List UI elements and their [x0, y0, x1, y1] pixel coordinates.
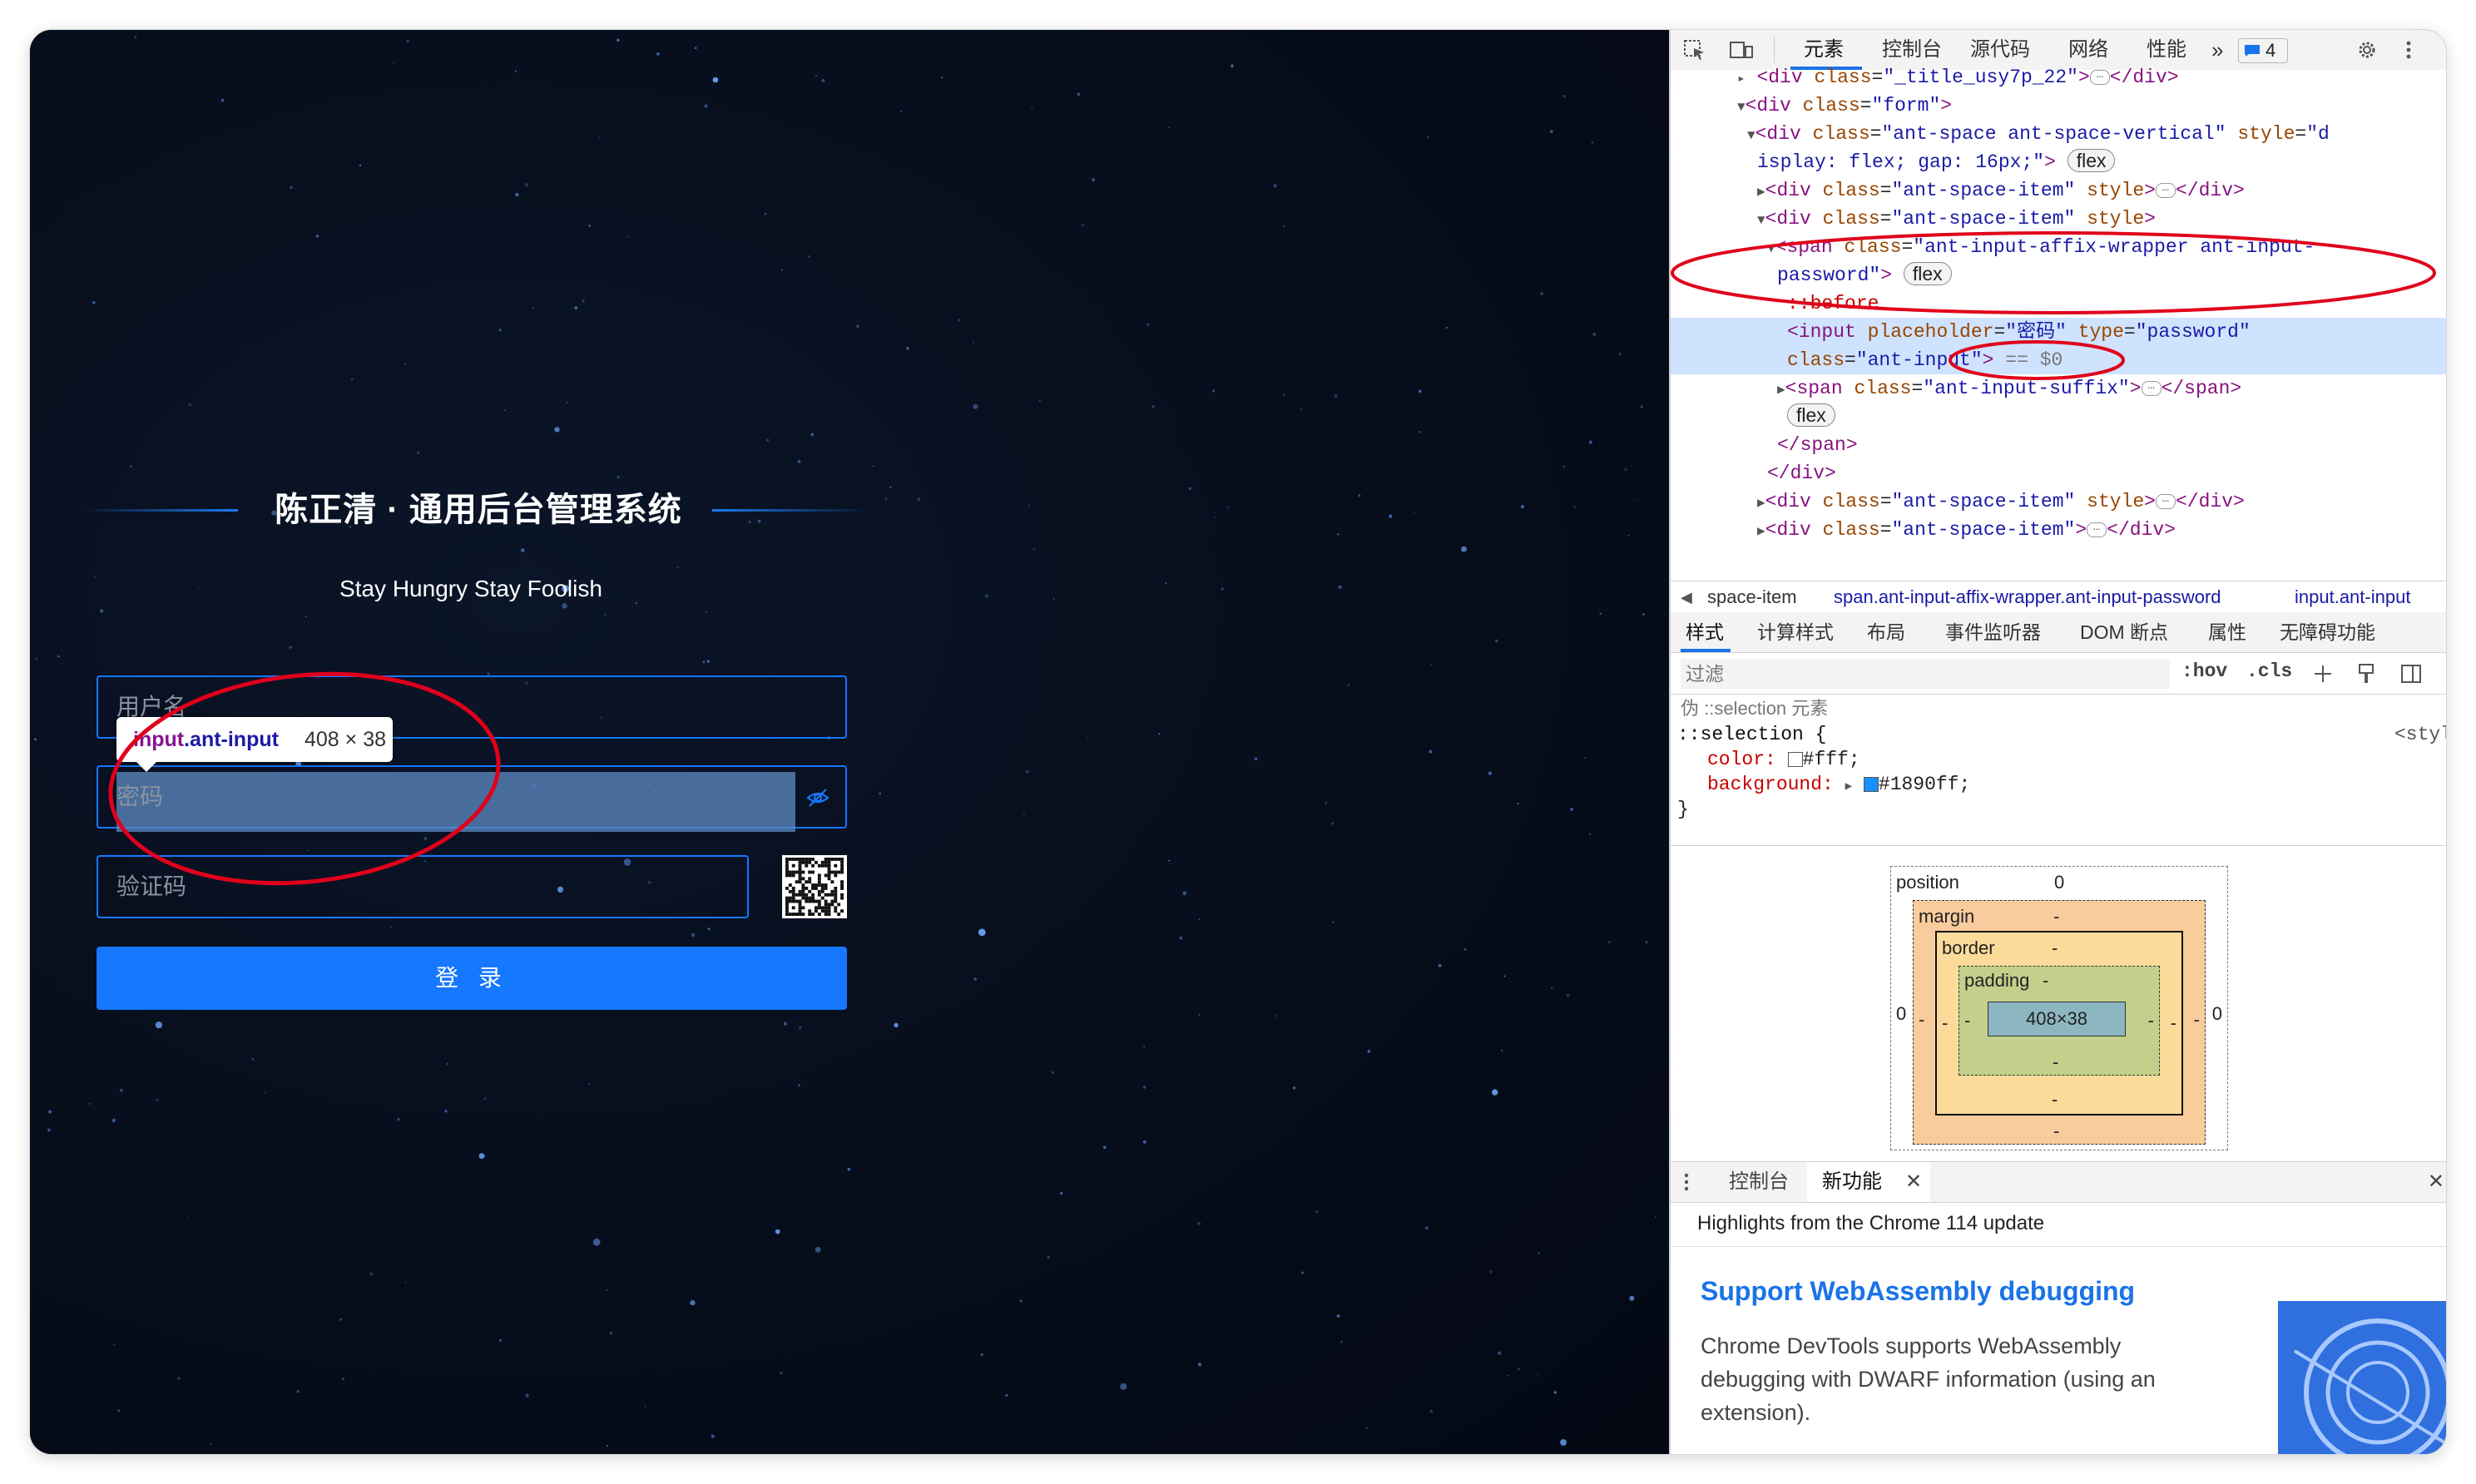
inspect-element-icon[interactable]	[1682, 38, 1707, 62]
rule-selector[interactable]: ::selection {	[1677, 724, 1826, 745]
slogan: Stay Hungry Stay Foolish	[339, 576, 602, 601]
dom-node-line[interactable]: ▼<div class="ant-space-item" style>	[1671, 205, 2446, 233]
message-icon	[2245, 45, 2260, 57]
tab-console[interactable]: 控制台	[1882, 37, 1942, 63]
dom-node-line[interactable]: </span>	[1671, 431, 2446, 459]
more-tabs-icon[interactable]: »	[2211, 37, 2223, 63]
tab-sources[interactable]: 源代码	[1970, 37, 2030, 63]
pseudo-element-header: 伪 ::selection 元素	[1681, 698, 1829, 719]
color-swatch[interactable]	[1787, 751, 1803, 767]
feature-description: Chrome DevTools supports WebAssembly deb…	[1701, 1333, 2156, 1425]
captcha-field[interactable]	[97, 855, 749, 918]
eye-invisible-icon[interactable]	[805, 785, 830, 810]
tab-styles[interactable]: 样式	[1686, 619, 1724, 646]
breadcrumb-item[interactable]: span.ant-input-affix-wrapper.ant-input-p…	[1834, 581, 2221, 613]
title-left-line	[80, 509, 238, 512]
hov-toggle[interactable]: :hov	[2181, 660, 2227, 682]
dom-node-line[interactable]: </div>	[1671, 459, 2446, 487]
breadcrumb-item[interactable]: input.ant-input	[2295, 581, 2410, 613]
drawer-tab-whatsnew[interactable]: 新功能 ✕	[1807, 1162, 1930, 1202]
password-field[interactable]	[97, 765, 847, 832]
dom-node-line[interactable]: isplay: flex; gap: 16px;"> flex	[1671, 148, 2446, 176]
box-model: position 0 0 0 margin - - - - border - -…	[1671, 845, 2446, 1162]
style-rules: 伪 ::selection 元素 ::selection { <style> c…	[1671, 694, 2446, 843]
devtools-panel: 元素 控制台 源代码 网络 性能 » 4 ▸ <div class="_titl…	[1669, 30, 2446, 1454]
dom-node-line[interactable]: class="ant-input"> == $0	[1671, 346, 2446, 374]
dom-node-line[interactable]: ▶<div class="ant-space-item">… </div>	[1671, 516, 2446, 544]
password-input[interactable]	[116, 767, 782, 827]
feature-card: Support WebAssembly debugging Chrome Dev…	[1671, 1246, 2446, 1454]
login-button[interactable]: 登 录	[97, 947, 847, 1010]
rule-color-decl[interactable]: color: #fff;	[1707, 749, 1860, 770]
box-border: border - - - - padding - - - - 408×38	[1935, 931, 2183, 1115]
issues-badge[interactable]: 4	[2238, 38, 2288, 63]
drawer-tab-console[interactable]: 控制台	[1729, 1169, 1789, 1195]
tab-layout[interactable]: 布局	[1867, 619, 1905, 646]
tab-dom-breakpoints[interactable]: DOM 断点	[2080, 619, 2168, 646]
feature-title[interactable]: Support WebAssembly debugging	[1701, 1276, 2135, 1307]
captcha-image[interactable]	[782, 855, 847, 918]
dom-node-line[interactable]: ▶<span class="ant-input-suffix">… </span>	[1671, 374, 2446, 403]
dom-node-line[interactable]: ▼<div class="ant-space ant-space-vertica…	[1671, 120, 2446, 148]
title-right-line	[712, 509, 870, 512]
styles-tabbar: 样式 计算样式 布局 事件监听器 DOM 断点 属性 无障碍功能	[1671, 612, 2446, 653]
breadcrumb-item[interactable]: space-item	[1707, 581, 1797, 613]
dom-node-line[interactable]: ::before	[1671, 289, 2446, 318]
drawer-tabbar: 控制台 新功能 ✕ ✕	[1671, 1161, 2446, 1203]
tab-network[interactable]: 网络	[2068, 37, 2108, 63]
dom-node-line[interactable]: ▶<div class="ant-space-item" style>… </di…	[1671, 176, 2446, 205]
color-swatch[interactable]	[1863, 776, 1879, 792]
breadcrumb-left-icon[interactable]: ◀	[1681, 581, 1692, 613]
drawer-menu-icon[interactable]	[1682, 1170, 1691, 1194]
dom-node-line[interactable]: <input placeholder="密码" type="password"	[1671, 318, 2446, 346]
rule-source-link[interactable]: <style>	[2394, 724, 2446, 745]
toggle-sidebar-icon[interactable]	[2399, 662, 2423, 685]
inspect-tooltip: input.ant-input 408 × 38	[116, 717, 393, 772]
issues-count: 4	[2266, 40, 2276, 61]
styles-filter-input[interactable]	[1681, 659, 2170, 689]
paint-brush-icon[interactable]	[2355, 662, 2378, 685]
dom-node-line[interactable]: ▼<span class="ant-input-affix-wrapper an…	[1671, 233, 2446, 261]
close-drawer-icon[interactable]: ✕	[2428, 1169, 2444, 1195]
close-tab-icon[interactable]: ✕	[1905, 1169, 1922, 1195]
whatsnew-header: Highlights from the Chrome 114 update	[1671, 1201, 2446, 1247]
breadcrumb: ◀ space-item span.ant-input-affix-wrappe…	[1671, 581, 2446, 614]
tab-elements[interactable]: 元素	[1804, 37, 1844, 63]
box-content-size: 408×38	[1988, 1002, 2126, 1036]
rule-background-decl[interactable]: background: ▶ #1890ff;	[1707, 774, 1970, 795]
tooltip-element-name: input.ant-input	[133, 728, 279, 751]
dom-node-line[interactable]: flex	[1671, 403, 2446, 431]
styles-filter-bar: :hov .cls	[1671, 652, 2446, 695]
tab-accessibility[interactable]: 无障碍功能	[2280, 619, 2375, 646]
dom-tree[interactable]: ▸ <div class="_title_usy7p_22">… </div> ▼<…	[1671, 67, 2446, 581]
tab-computed[interactable]: 计算样式	[1757, 619, 1834, 646]
cls-toggle[interactable]: .cls	[2246, 660, 2292, 682]
tab-performance[interactable]: 性能	[2147, 37, 2186, 63]
dom-node-line[interactable]: ▶<div class="ant-space-item" style>… </di…	[1671, 487, 2446, 516]
new-style-rule-icon[interactable]	[2311, 662, 2335, 685]
tab-properties[interactable]: 属性	[2208, 619, 2246, 646]
box-margin: margin - - - - border - - - - padding -	[1913, 900, 2206, 1145]
rule-close: }	[1677, 799, 1689, 820]
system-title: 陈正清 · 通用后台管理系统	[275, 492, 682, 528]
dom-node-line[interactable]: ▸ <div class="_title_usy7p_22">… </div>	[1671, 63, 2446, 92]
login-page: 陈正清 · 通用后台管理系统 Stay Hungry Stay Foolish …	[30, 30, 1669, 1454]
browser-window: 陈正清 · 通用后台管理系统 Stay Hungry Stay Foolish …	[30, 30, 2446, 1454]
dom-node-line[interactable]: ▼<div class="form">	[1671, 92, 2446, 120]
webassembly-illustration	[2278, 1301, 2446, 1454]
dom-node-line[interactable]: password"> flex	[1671, 261, 2446, 289]
kebab-menu-icon[interactable]	[2396, 38, 2421, 62]
captcha-input[interactable]	[116, 857, 732, 917]
box-position: position 0 0 0 margin - - - - border - -…	[1890, 866, 2228, 1150]
box-padding: padding - - - - 408×38	[1959, 966, 2160, 1076]
gear-icon[interactable]	[2355, 38, 2379, 62]
tooltip-element-size: 408 × 38	[305, 728, 387, 751]
tab-event-listeners[interactable]: 事件监听器	[1945, 619, 2041, 646]
device-toggle-icon[interactable]	[1729, 38, 1754, 62]
